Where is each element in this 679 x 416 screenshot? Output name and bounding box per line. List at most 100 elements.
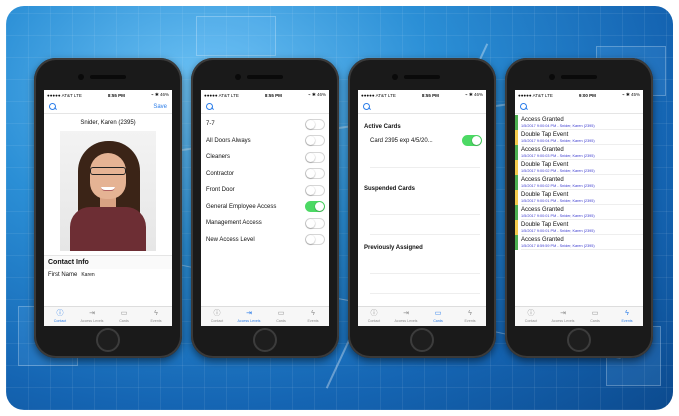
- access-level-row[interactable]: Front Door: [201, 182, 329, 199]
- access-level-row[interactable]: Contractor: [201, 166, 329, 183]
- speaker-grille: [90, 75, 126, 79]
- tab-access-levels[interactable]: ⇥ Access Levels: [233, 307, 265, 326]
- info-icon: ⓘ: [56, 310, 64, 317]
- event-item[interactable]: Double Tap Event 1/5/2017 9:00:01 PM - Sn…: [515, 220, 643, 235]
- event-item[interactable]: Double Tap Event 1/5/2017 9:00:02 PM - Sn…: [515, 160, 643, 175]
- event-detail: 1/5/2017 9:00:04 PM - Snider, Karen (239…: [521, 139, 643, 145]
- battery-label: ⌁ ✱ 46%: [465, 92, 483, 97]
- speaker-grille: [247, 75, 283, 79]
- access-level-row[interactable]: Management Access: [201, 215, 329, 232]
- status-bar: ●●●●● AT&T LTE 9:00 PM ⌁ ✱ 45%: [515, 90, 643, 100]
- tab-cards[interactable]: ▭ Cards: [579, 307, 611, 326]
- contact-photo[interactable]: [60, 131, 156, 251]
- home-button[interactable]: [96, 328, 120, 352]
- lightning-icon: ϟ: [468, 310, 472, 317]
- phone-cards: ●●●●● AT&T LTE 8:55 PM ⌁ ✱ 46% Active Ca…: [348, 58, 496, 358]
- event-item[interactable]: Access Granted 1/5/2017 8:59:59 PM - Snid…: [515, 235, 643, 250]
- access-level-toggle[interactable]: [305, 234, 325, 246]
- tab-events[interactable]: ϟ Events: [611, 307, 643, 326]
- home-button[interactable]: [253, 328, 277, 352]
- access-level-row[interactable]: Cleaners: [201, 149, 329, 166]
- access-level-label: Contractor: [206, 170, 235, 177]
- contact-info-header: Contact Info: [44, 255, 172, 269]
- event-detail: 1/5/2017 9:00:02 PM - Snider, Karen (239…: [521, 184, 643, 190]
- tab-events[interactable]: ϟ Events: [297, 307, 329, 326]
- tab-label: Contact: [524, 319, 538, 323]
- event-item[interactable]: Double Tap Event 1/5/2017 9:00:01 PM - Sn…: [515, 190, 643, 205]
- event-item[interactable]: Access Granted 1/5/2017 9:00:01 PM - Snid…: [515, 205, 643, 220]
- access-level-row[interactable]: All Doors Always: [201, 133, 329, 150]
- tab-label: Contact: [210, 319, 224, 323]
- camera-icon: [78, 74, 84, 80]
- lightning-icon: ϟ: [625, 310, 629, 317]
- contact-name: Snider, Karen (2395): [80, 120, 136, 126]
- access-level-toggle[interactable]: [305, 217, 325, 229]
- access-level-toggle[interactable]: [305, 201, 325, 213]
- tab-contact[interactable]: ⓘ Contact: [201, 307, 233, 326]
- tab-cards[interactable]: ▭ Cards: [422, 307, 454, 326]
- event-item[interactable]: Access Granted 1/5/2017 9:00:03 PM - Snid…: [515, 145, 643, 160]
- first-name-field[interactable]: First Name Karen: [44, 269, 172, 281]
- access-level-toggle[interactable]: [305, 135, 325, 147]
- tab-contact[interactable]: ⓘ Contact: [515, 307, 547, 326]
- tab-label: Access Levels: [394, 319, 418, 323]
- event-item[interactable]: Access Granted 1/5/2017 9:00:04 PM - Snid…: [515, 115, 643, 130]
- tab-contact[interactable]: ⓘ Contact: [44, 307, 76, 326]
- event-item[interactable]: Access Granted 1/5/2017 9:00:02 PM - Snid…: [515, 175, 643, 190]
- search-icon[interactable]: [206, 102, 214, 111]
- divider: [370, 154, 480, 168]
- event-detail: 1/5/2017 8:59:59 PM - Snider, Karen (239…: [521, 244, 643, 250]
- search-icon[interactable]: [363, 102, 371, 111]
- event-detail: 1/5/2017 9:00:01 PM - Snider, Karen (239…: [521, 214, 643, 220]
- nav-bar: Save: [44, 100, 172, 114]
- search-icon[interactable]: [520, 102, 528, 111]
- access-level-toggle[interactable]: [305, 168, 325, 180]
- home-button[interactable]: [410, 328, 434, 352]
- card-icon: ▭: [120, 310, 128, 317]
- access-level-row[interactable]: New Access Level: [201, 232, 329, 249]
- event-detail: 1/5/2017 9:00:04 PM - Snider, Karen (239…: [521, 124, 643, 130]
- event-detail: 1/5/2017 9:00:01 PM - Snider, Karen (239…: [521, 229, 643, 235]
- event-item[interactable]: Double Tap Event 1/5/2017 9:00:04 PM - Sn…: [515, 130, 643, 145]
- access-level-toggle[interactable]: [305, 118, 325, 130]
- access-level-label: General Employee Access: [206, 203, 277, 210]
- access-level-row[interactable]: General Employee Access: [201, 199, 329, 216]
- event-title: Access Granted: [521, 146, 564, 153]
- event-title: Access Granted: [521, 206, 564, 213]
- phone-events: ●●●●● AT&T LTE 9:00 PM ⌁ ✱ 45% Access Gr…: [505, 58, 653, 358]
- tab-contact[interactable]: ⓘ Contact: [358, 307, 390, 326]
- access-level-label: New Access Level: [206, 236, 255, 243]
- nav-bar: [201, 100, 329, 114]
- tab-bar: ⓘ Contact ⇥ Access Levels ▭ Cards ϟ Events: [358, 306, 486, 326]
- card-icon: ▭: [434, 310, 442, 317]
- tab-cards[interactable]: ▭ Cards: [265, 307, 297, 326]
- access-level-toggle[interactable]: [305, 184, 325, 196]
- tab-events[interactable]: ϟ Events: [454, 307, 486, 326]
- search-icon[interactable]: [49, 102, 57, 111]
- tab-access-levels[interactable]: ⇥ Access Levels: [390, 307, 422, 326]
- save-button[interactable]: Save: [153, 104, 167, 110]
- card-toggle[interactable]: [462, 135, 482, 146]
- tab-access-levels[interactable]: ⇥ Access Levels: [547, 307, 579, 326]
- divider: [370, 280, 480, 294]
- home-button[interactable]: [567, 328, 591, 352]
- divider: [370, 201, 480, 215]
- active-card-row[interactable]: Card 2395 exp 4/5/20...: [358, 133, 486, 148]
- tab-label: Access Levels: [80, 319, 104, 323]
- door-icon: ⇥: [560, 310, 566, 317]
- access-level-row[interactable]: 7-7: [201, 116, 329, 133]
- tab-label: Cards: [276, 319, 286, 323]
- first-name-value[interactable]: Karen: [81, 272, 94, 278]
- screen-cards: ●●●●● AT&T LTE 8:55 PM ⌁ ✱ 46% Active Ca…: [358, 90, 486, 326]
- battery-label: ⌁ ✱ 46%: [308, 92, 326, 97]
- tab-cards[interactable]: ▭ Cards: [108, 307, 140, 326]
- tab-access-levels[interactable]: ⇥ Access Levels: [76, 307, 108, 326]
- access-level-toggle[interactable]: [305, 151, 325, 163]
- phone-access-levels: ●●●●● AT&T LTE 8:55 PM ⌁ ✱ 46% 7-7 All Do…: [191, 58, 339, 358]
- battery-label: ⌁ ✱ 46%: [151, 92, 169, 97]
- access-level-list: 7-7 All Doors Always Cleaners Contractor Fro…: [201, 114, 329, 248]
- access-level-label: 7-7: [206, 121, 215, 128]
- carrier-label: ●●●●● AT&T LTE: [361, 92, 396, 98]
- nav-bar: [358, 100, 486, 114]
- tab-events[interactable]: ϟ Events: [140, 307, 172, 326]
